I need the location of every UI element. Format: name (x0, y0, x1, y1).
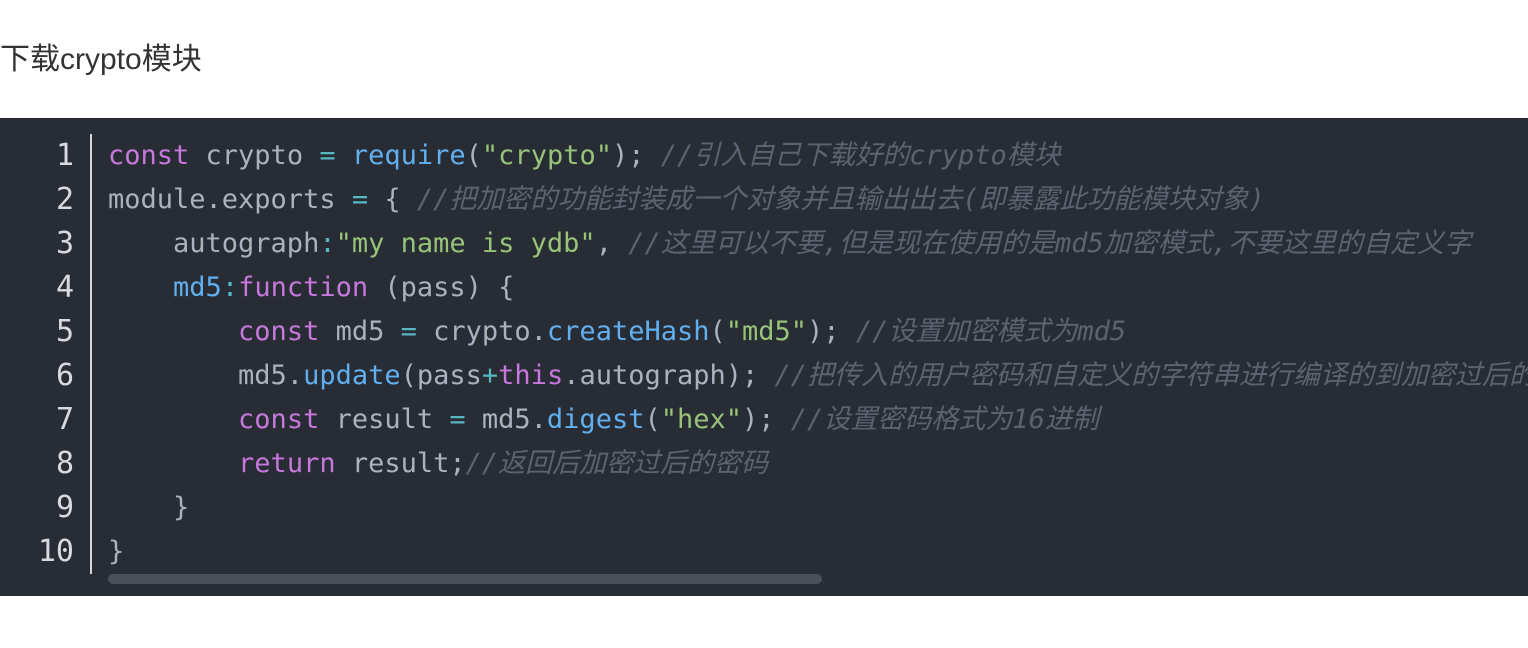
code-token: : (221, 272, 239, 303)
code-token: function (238, 272, 369, 303)
code-token: this (498, 360, 564, 391)
section-heading: 下载crypto模块 (0, 43, 202, 76)
code-token: , (595, 228, 629, 259)
code-token: //把加密的功能封装成一个对象并且输出出去(即暴露此功能模块对象) (416, 184, 1265, 215)
code-token: = (319, 140, 336, 171)
code-token: autograph (108, 228, 320, 259)
code-line: md5.update(pass+this.autograph); //把传入的用… (108, 354, 1528, 398)
code-token: createHash (546, 316, 710, 347)
line-number: 1 (55, 138, 74, 173)
code-token: "hex" (660, 404, 743, 435)
line-number: 8 (55, 446, 74, 481)
code-token: digest (546, 404, 645, 435)
line-number: 5 (55, 314, 74, 349)
code-token: result; (335, 448, 466, 479)
code-token: md5. (108, 360, 304, 391)
code-line: module.exports = { //把加密的功能封装成一个对象并且输出出去… (108, 178, 1265, 222)
code-token: crypto. (416, 316, 547, 347)
code-token: //这里可以不要,但是现在使用的是md5加密模式,不要这里的自定义字 (628, 228, 1471, 259)
code-token: md5 (319, 316, 401, 347)
code-token: update (303, 360, 401, 391)
code-line: } (108, 530, 124, 574)
code-line: return result;//返回后加密过后的密码 (108, 442, 768, 486)
code-token: } (108, 536, 125, 567)
line-number-gutter: 1 2 3 4 5 6 7 8 9 10 (0, 134, 92, 574)
code-token: ( (644, 404, 661, 435)
code-block[interactable]: 1 2 3 4 5 6 7 8 9 10 const crypto = require("cryp… (0, 118, 1528, 596)
code-token: //引入自己下载好的crypto模块 (660, 140, 1061, 171)
code-token: module.exports (108, 184, 352, 215)
code-token: (pass (400, 360, 482, 391)
code-token: = (351, 184, 369, 215)
code-token: //返回后加密过后的密码 (465, 448, 769, 479)
code-token: ); (742, 404, 791, 435)
code-token: "my name is ydb" (335, 228, 596, 259)
line-number: 6 (55, 358, 74, 393)
line-number: 3 (55, 226, 74, 261)
line-number: 4 (55, 270, 74, 305)
code-token: crypto (189, 140, 320, 171)
code-token: : (319, 228, 336, 259)
code-token: ( (465, 140, 482, 171)
code-line: md5:function (pass) { (108, 266, 514, 310)
code-token: result (319, 404, 450, 435)
code-line: autograph:"my name is ydb", //这里可以不要,但是现… (108, 222, 1471, 266)
code-token: const (238, 404, 320, 435)
code-token: //设置密码格式为16进制 (790, 404, 1099, 435)
code-token: } (108, 492, 190, 523)
horizontal-scrollbar[interactable] (108, 574, 822, 584)
line-number: 2 (55, 182, 74, 217)
code-token: require (351, 140, 466, 171)
code-token: return (238, 448, 336, 479)
code-token: "md5" (725, 316, 808, 347)
code-line: } (108, 486, 189, 530)
code-token: ); (807, 316, 856, 347)
code-token: md5. (465, 404, 547, 435)
code-line: const result = md5.digest("hex"); //设置密码… (108, 398, 1099, 442)
code-token: md5 (173, 272, 222, 303)
code-token: "crypto" (481, 140, 612, 171)
code-token: { (368, 184, 417, 215)
code-token: //设置加密模式为md5 (855, 316, 1127, 347)
line-number: 10 (37, 534, 74, 569)
code-content[interactable]: const crypto = require("crypto"); //引入自己… (108, 134, 1528, 574)
line-number: 7 (55, 402, 74, 437)
code-token: const (108, 140, 190, 171)
code-token: //把传入的用户密码和自定义的字符串进行编译的到加密过后的 (774, 360, 1528, 391)
code-token: = (400, 316, 417, 347)
code-token: + (481, 360, 499, 391)
line-number: 9 (55, 490, 74, 525)
page: 下载crypto模块 1 2 3 4 5 6 7 8 9 10 const crypto = re… (0, 0, 1528, 648)
code-token: ); (611, 140, 661, 171)
code-line: const md5 = crypto.createHash("md5"); //… (108, 310, 1126, 354)
code-token: const (238, 316, 320, 347)
code-token: .autograph); (563, 360, 775, 391)
code-token: (pass) { (368, 272, 515, 303)
code-token: = (449, 404, 466, 435)
code-line: const crypto = require("crypto"); //引入自己… (108, 134, 1061, 178)
code-token: ( (709, 316, 726, 347)
